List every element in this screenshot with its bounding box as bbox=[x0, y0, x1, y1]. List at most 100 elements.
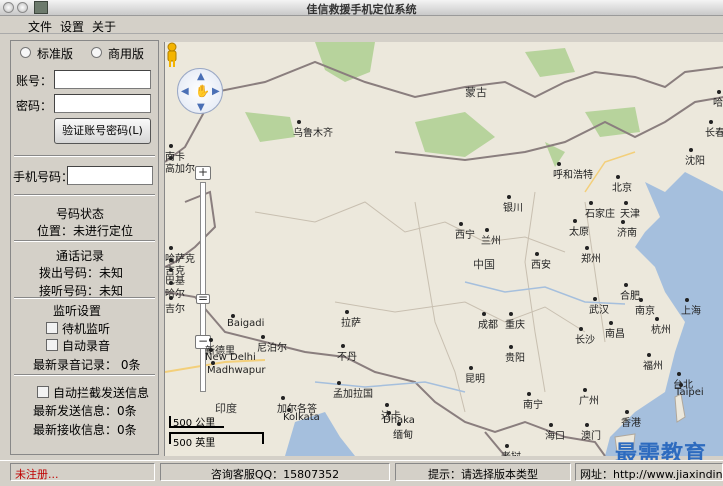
pan-left-icon[interactable]: ◀ bbox=[181, 86, 189, 97]
city-dot bbox=[287, 408, 291, 412]
latest-received: 最新接收信息：0条 bbox=[33, 423, 137, 437]
scale-mi: 500 英里 bbox=[173, 438, 216, 449]
city-dot bbox=[337, 381, 341, 385]
city-dot bbox=[639, 298, 643, 302]
city-label: 高加尔 bbox=[165, 164, 195, 175]
city-label: 成都 bbox=[478, 320, 498, 331]
city-label: 中国 bbox=[473, 258, 495, 271]
password-label: 密码： bbox=[16, 99, 53, 113]
verify-account-button[interactable]: 验证账号密码(L) bbox=[54, 118, 151, 144]
pegman-icon[interactable] bbox=[165, 42, 179, 68]
window-title: 佳信救援手机定位系统 bbox=[306, 3, 417, 16]
monitor-title: 监听设置 bbox=[53, 304, 102, 318]
hand-icon: ✋ bbox=[195, 84, 210, 98]
city-label: 银川 bbox=[503, 203, 523, 214]
city-label: 呼和浩特 bbox=[553, 170, 593, 181]
city-label: 蒙古 bbox=[465, 86, 487, 99]
city-label: 西宁 bbox=[455, 230, 475, 241]
city-label: 南宁 bbox=[523, 400, 543, 411]
city-label: 兰州 bbox=[481, 236, 501, 247]
auto-record-label: 自动录音 bbox=[62, 339, 111, 353]
city-label: 天津 bbox=[620, 209, 640, 220]
city-label: 尼泊尔 bbox=[257, 343, 287, 354]
city-dot bbox=[609, 321, 613, 325]
city-dot bbox=[169, 296, 173, 300]
scale-km: 500 公里 bbox=[173, 418, 216, 429]
city-dot bbox=[573, 219, 577, 223]
zoom-slider-thumb[interactable]: = bbox=[196, 292, 210, 304]
city-dot bbox=[527, 392, 531, 396]
city-label: Madhwapur bbox=[207, 365, 266, 376]
city-label: 吉尔 bbox=[165, 304, 185, 315]
city-label: 澳门 bbox=[581, 431, 601, 442]
pan-up-icon[interactable]: ▲ bbox=[197, 71, 205, 82]
standard-radio[interactable] bbox=[20, 47, 31, 58]
commercial-label: 商用版 bbox=[108, 47, 145, 61]
pan-control[interactable]: ▲ ▼ ◀ ▶ ✋ bbox=[177, 68, 223, 114]
city-dot bbox=[585, 423, 589, 427]
standard-label: 标准版 bbox=[37, 47, 74, 61]
city-label: Baigadi bbox=[227, 318, 265, 329]
commercial-radio[interactable] bbox=[91, 47, 102, 58]
city-dot bbox=[169, 258, 173, 262]
city-dot bbox=[689, 148, 693, 152]
city-label: Dhaka bbox=[383, 415, 415, 426]
city-label: 长沙 bbox=[575, 335, 595, 346]
city-label: 北京 bbox=[612, 183, 632, 194]
pan-right-icon[interactable]: ▶ bbox=[212, 86, 220, 97]
city-dot bbox=[482, 312, 486, 316]
menu-about[interactable]: 关于 bbox=[92, 18, 116, 35]
city-dot bbox=[387, 411, 391, 415]
city-dot bbox=[625, 410, 629, 414]
city-dot bbox=[509, 345, 513, 349]
control-panel: 标准版 商用版 账号： 密码： 验证账号密码(L) 手机号码： 号码状态 位置：… bbox=[10, 40, 159, 455]
status-title: 号码状态 bbox=[56, 207, 105, 221]
standby-monitor-checkbox[interactable] bbox=[46, 322, 58, 334]
city-label: 福州 bbox=[643, 361, 663, 372]
auto-record-checkbox[interactable] bbox=[46, 339, 58, 351]
zoom-in-button[interactable]: + bbox=[195, 166, 211, 180]
city-label: 哈尔 bbox=[165, 289, 185, 300]
city-dot bbox=[509, 312, 513, 316]
app-window: 佳信救援手机定位系统 文件 设置 关于 标准版 商用版 账号： 密码： 验证账号… bbox=[0, 0, 723, 486]
intercept-checkbox[interactable] bbox=[37, 386, 49, 398]
city-dot bbox=[469, 366, 473, 370]
menu-settings[interactable]: 设置 bbox=[60, 18, 84, 35]
title-bar: 佳信救援手机定位系统 bbox=[0, 0, 723, 16]
city-dot bbox=[621, 220, 625, 224]
map-canvas bbox=[165, 42, 723, 456]
city-dot bbox=[297, 120, 301, 124]
city-label: 乌鲁木齐 bbox=[293, 128, 333, 139]
phone-input[interactable] bbox=[67, 166, 153, 185]
menu-bar: 文件 设置 关于 bbox=[0, 16, 723, 34]
city-dot bbox=[385, 403, 389, 407]
account-input[interactable] bbox=[54, 70, 151, 89]
city-label: 南京 bbox=[635, 306, 655, 317]
pan-down-icon[interactable]: ▼ bbox=[197, 102, 205, 113]
city-label: 济南 bbox=[617, 228, 637, 239]
status-bar: 未注册... 咨询客服QQ：15807352 提示：请选择版本类型 网址：htt… bbox=[0, 460, 723, 486]
city-dot bbox=[505, 444, 509, 448]
city-label: 长春 bbox=[705, 128, 723, 139]
city-dot bbox=[485, 228, 489, 232]
city-label: 西安 bbox=[531, 260, 551, 271]
website-link[interactable]: 网址：http://www.jiaxindin bbox=[575, 463, 723, 481]
city-dot bbox=[169, 281, 173, 285]
city-label: 吉克 bbox=[165, 266, 185, 277]
menu-file[interactable]: 文件 bbox=[28, 18, 52, 35]
city-label: 郑州 bbox=[581, 254, 601, 265]
city-label: 太原 bbox=[569, 227, 589, 238]
city-dot bbox=[685, 298, 689, 302]
hint-text: 提示：请选择版本类型 bbox=[395, 463, 571, 481]
city-dot bbox=[677, 372, 681, 376]
position-status: 位置：未进行定位 bbox=[37, 224, 134, 238]
city-dot bbox=[169, 246, 173, 250]
standby-monitor-label: 待机监听 bbox=[62, 322, 111, 336]
map-view[interactable]: ▲ ▼ ◀ ▶ ✋ + = − 蒙古 乌鲁木齐 呼和浩特 沈阳 长春 北京 银川 石家庄 天津西… bbox=[164, 42, 723, 456]
divider bbox=[14, 374, 155, 376]
city-label: 不丹 bbox=[337, 352, 357, 363]
password-input[interactable] bbox=[54, 94, 151, 113]
city-dot bbox=[169, 156, 173, 160]
city-dot bbox=[579, 327, 583, 331]
city-dot bbox=[624, 283, 628, 287]
